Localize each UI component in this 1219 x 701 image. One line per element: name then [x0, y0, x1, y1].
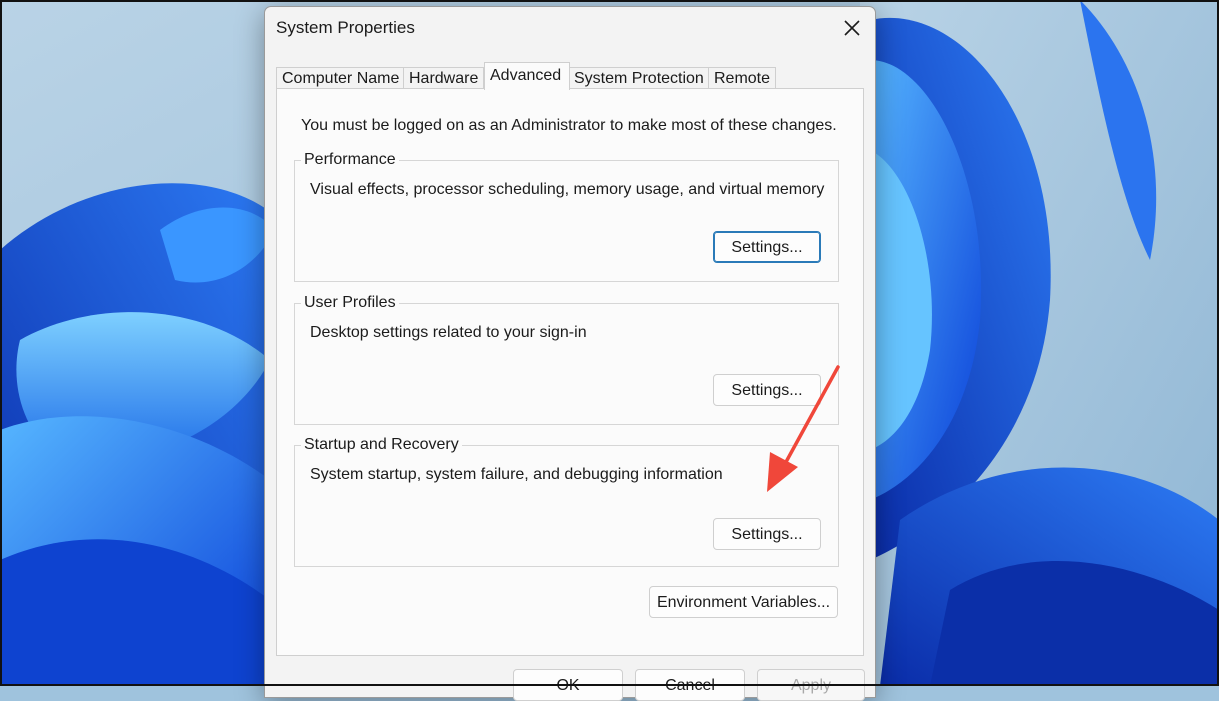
user-profiles-legend: User Profiles	[301, 294, 399, 312]
admin-notice: You must be logged on as an Administrato…	[301, 117, 837, 134]
startup-recovery-settings-button[interactable]: Settings...	[713, 518, 821, 550]
performance-legend: Performance	[301, 151, 399, 169]
user-profiles-description: Desktop settings related to your sign-in	[310, 324, 587, 341]
performance-group: Performance Visual effects, processor sc…	[294, 151, 839, 282]
title-bar[interactable]: System Properties	[265, 7, 875, 51]
tab-system-protection[interactable]: System Protection	[568, 67, 709, 89]
environment-variables-button[interactable]: Environment Variables...	[649, 586, 838, 618]
performance-description: Visual effects, processor scheduling, me…	[310, 181, 825, 198]
startup-recovery-description: System startup, system failure, and debu…	[310, 466, 723, 483]
tab-remote[interactable]: Remote	[708, 67, 776, 89]
tab-advanced[interactable]: Advanced	[484, 62, 570, 90]
close-icon	[844, 20, 860, 36]
tab-computer-name[interactable]: Computer Name	[276, 67, 404, 89]
user-profiles-settings-button[interactable]: Settings...	[713, 374, 821, 406]
tab-hardware[interactable]: Hardware	[403, 67, 484, 89]
startup-recovery-group: Startup and Recovery System startup, sys…	[294, 436, 839, 567]
dialog-title: System Properties	[276, 18, 415, 37]
system-properties-dialog: System Properties Computer Name Hardware…	[264, 6, 876, 701]
user-profiles-group: User Profiles Desktop settings related t…	[294, 294, 839, 425]
ok-button[interactable]: OK	[513, 669, 623, 701]
close-button[interactable]	[829, 7, 875, 49]
apply-button[interactable]: Apply	[757, 669, 865, 701]
startup-recovery-legend: Startup and Recovery	[301, 436, 462, 454]
cancel-button[interactable]: Cancel	[635, 669, 745, 701]
advanced-tab-panel: You must be logged on as an Administrato…	[276, 88, 864, 656]
performance-settings-button[interactable]: Settings...	[713, 231, 821, 263]
